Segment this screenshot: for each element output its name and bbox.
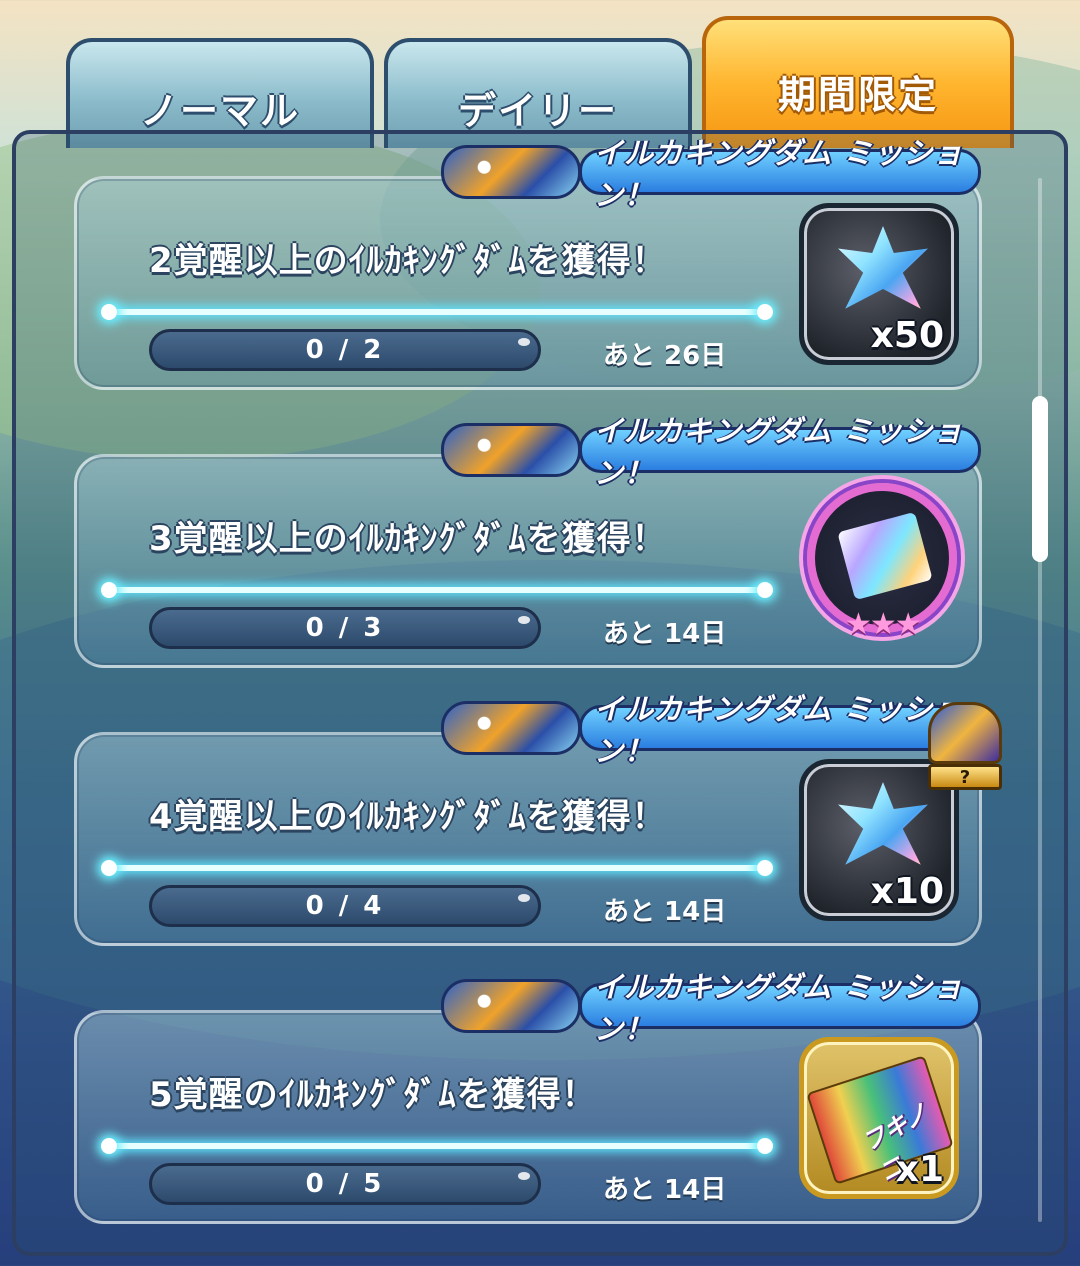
divider-dot xyxy=(101,304,117,320)
scrollbar-track[interactable] xyxy=(1038,178,1042,1222)
treasure-label: ? xyxy=(928,764,1002,790)
mission-title: 5覚醒のｲﾙｶｷﾝｸﾞﾀﾞﾑを獲得！ xyxy=(149,1075,597,1115)
rainbow-medal-icon xyxy=(837,511,933,601)
divider-line xyxy=(107,587,767,593)
reward-item[interactable]: ★★★ xyxy=(807,483,957,642)
divider-dot xyxy=(757,304,773,320)
mission-banner: イルカキングダム ミッション！ xyxy=(441,414,981,490)
reward-item[interactable]: x50 xyxy=(799,203,959,365)
divider-dot xyxy=(757,1138,773,1154)
banner-label: イルカキングダム ミッション！ xyxy=(579,692,981,768)
progress-bar: 0 / 3 xyxy=(149,607,541,649)
banner-label: イルカキングダム ミッション！ xyxy=(579,970,981,1046)
tab-limited[interactable]: 期間限定 xyxy=(702,16,1014,148)
reward-quantity: x10 xyxy=(870,871,944,912)
mission-banner: イルカキングダム ミッション！ xyxy=(441,970,981,1046)
scrollbar-thumb[interactable] xyxy=(1032,396,1048,562)
divider-line xyxy=(107,309,767,315)
remaining-time: あと 14日 xyxy=(603,897,727,927)
mission-card-3[interactable]: イルカキングダム ミッション！ 4覚醒以上のｲﾙｶｷﾝｸﾞﾀﾞﾑを獲得！ 0 /… xyxy=(74,692,982,946)
mission-title: 2覚醒以上のｲﾙｶｷﾝｸﾞﾀﾞﾑを獲得！ xyxy=(149,241,667,281)
banner-label: イルカキングダム ミッション！ xyxy=(579,414,981,490)
dolphin-kingdom-logo-icon xyxy=(441,979,581,1033)
divider-dot xyxy=(757,860,773,876)
dolphin-kingdom-logo-icon xyxy=(441,701,581,755)
tab-bar: ノーマル デイリー 期間限定 xyxy=(66,16,1016,148)
divider-dot xyxy=(101,1138,117,1154)
dolphin-kingdom-logo-icon xyxy=(441,423,581,477)
dolphin-kingdom-logo-icon xyxy=(441,145,581,199)
divider-line xyxy=(107,865,767,871)
divider-dot xyxy=(101,582,117,598)
remaining-time: あと 14日 xyxy=(603,619,727,649)
divider-dot xyxy=(757,582,773,598)
remaining-time: あと 14日 xyxy=(603,1175,727,1205)
reward-item[interactable]: フキノコ x1 xyxy=(799,1037,959,1199)
crystal-icon xyxy=(838,226,928,309)
mission-banner: イルカキングダム ミッション！ xyxy=(441,692,981,768)
remaining-time: あと 26日 xyxy=(603,341,727,371)
reward-quantity: x50 xyxy=(870,315,944,356)
divider-line xyxy=(107,1143,767,1149)
banner-label: イルカキングダム ミッション！ xyxy=(579,136,981,212)
reward-quantity: x1 xyxy=(895,1149,944,1190)
mission-card-2[interactable]: イルカキングダム ミッション！ 3覚醒以上のｲﾙｶｷﾝｸﾞﾀﾞﾑを獲得！ 0 /… xyxy=(74,414,982,668)
progress-bar: 0 / 2 xyxy=(149,329,541,371)
mission-banner: イルカキングダム ミッション！ xyxy=(441,136,981,212)
mission-card-4[interactable]: イルカキングダム ミッション！ 5覚醒のｲﾙｶｷﾝｸﾞﾀﾞﾑを獲得！ 0 / 5… xyxy=(74,970,982,1224)
rarity-stars: ★★★ xyxy=(845,607,922,642)
treasure-badge[interactable]: ? xyxy=(922,702,1008,794)
crystal-icon xyxy=(838,782,928,865)
mission-title: 3覚醒以上のｲﾙｶｷﾝｸﾞﾀﾞﾑを獲得！ xyxy=(149,519,667,559)
treasure-chest-icon xyxy=(928,702,1002,764)
mission-title: 4覚醒以上のｲﾙｶｷﾝｸﾞﾀﾞﾑを獲得！ xyxy=(149,797,667,837)
divider-dot xyxy=(101,860,117,876)
mission-card-1[interactable]: イルカキングダム ミッション！ 2覚醒以上のｲﾙｶｷﾝｸﾞﾀﾞﾑを獲得！ 0 /… xyxy=(74,136,982,390)
progress-bar: 0 / 4 xyxy=(149,885,541,927)
progress-bar: 0 / 5 xyxy=(149,1163,541,1205)
